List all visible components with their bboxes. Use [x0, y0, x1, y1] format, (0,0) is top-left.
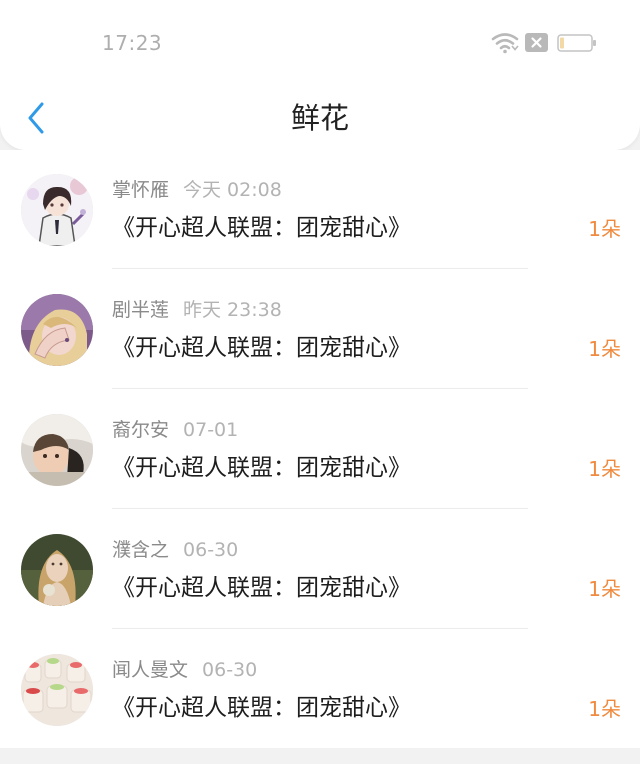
item-meta: 裔尔安 07-01	[112, 417, 238, 443]
item-date: 今天 02:08	[183, 179, 282, 201]
battery-icon	[557, 34, 596, 52]
anime-boy-avatar[interactable]	[21, 174, 93, 246]
book-title: 《开心超人联盟：团宠甜心》	[112, 695, 411, 721]
item-meta: 闻人曼文 06-30	[112, 657, 257, 683]
item-date: 07-01	[183, 419, 239, 441]
book-title: 《开心超人联盟：团宠甜心》	[112, 575, 411, 601]
book-title: 《开心超人联盟：团宠甜心》	[112, 455, 411, 481]
book-title: 《开心超人联盟：团宠甜心》	[112, 335, 411, 361]
list-item[interactable]: 剧半莲 昨天 23:38 《开心超人联盟：团宠甜心》 1朵	[0, 270, 640, 389]
header: 17:23 鲜花	[0, 0, 640, 150]
user-name: 掌怀雁	[112, 179, 170, 201]
user-name: 濮含之	[112, 539, 170, 561]
status-time: 17:23	[102, 31, 163, 55]
list-item[interactable]: 闻人曼文 06-30 《开心超人联盟：团宠甜心》 1朵	[0, 630, 640, 749]
nav-bar: 鲜花	[0, 86, 640, 150]
item-meta: 濮含之 06-30	[112, 537, 238, 563]
item-meta: 掌怀雁 今天 02:08	[112, 177, 282, 203]
candles-photo-avatar[interactable]	[21, 654, 93, 726]
status-bar: 17:23	[0, 0, 640, 86]
flower-count: 1朵	[588, 457, 621, 481]
list-item[interactable]: 裔尔安 07-01 《开心超人联盟：团宠甜心》 1朵	[0, 390, 640, 509]
list-item[interactable]: 濮含之 06-30 《开心超人联盟：团宠甜心》 1朵	[0, 510, 640, 629]
flower-count: 1朵	[588, 337, 621, 361]
divider	[112, 268, 528, 269]
item-date: 06-30	[202, 659, 258, 681]
flower-count: 1朵	[588, 697, 621, 721]
user-name: 裔尔安	[112, 419, 170, 441]
user-name: 闻人曼文	[112, 659, 189, 681]
divider	[112, 388, 528, 389]
flower-count: 1朵	[588, 217, 621, 241]
book-title: 《开心超人联盟：团宠甜心》	[112, 215, 411, 241]
wifi-icon	[491, 33, 519, 54]
item-meta: 剧半莲 昨天 23:38	[112, 297, 282, 323]
divider	[112, 628, 528, 629]
user-name: 剧半莲	[112, 299, 170, 321]
item-date: 昨天 23:38	[183, 299, 282, 321]
divider	[112, 508, 528, 509]
page-title: 鲜花	[290, 101, 349, 135]
flower-count: 1朵	[588, 577, 621, 601]
woman-photo-avatar[interactable]	[21, 534, 93, 606]
anime-girl-avatar[interactable]	[21, 294, 93, 366]
sim-icon	[525, 33, 548, 52]
list-item[interactable]: 掌怀雁 今天 02:08 《开心超人联盟：团宠甜心》 1朵	[0, 150, 640, 269]
flower-list: 掌怀雁 今天 02:08 《开心超人联盟：团宠甜心》 1朵 剧半莲 昨天 23:38…	[0, 150, 640, 748]
baby-photo-avatar[interactable]	[21, 414, 93, 486]
item-date: 06-30	[183, 539, 239, 561]
